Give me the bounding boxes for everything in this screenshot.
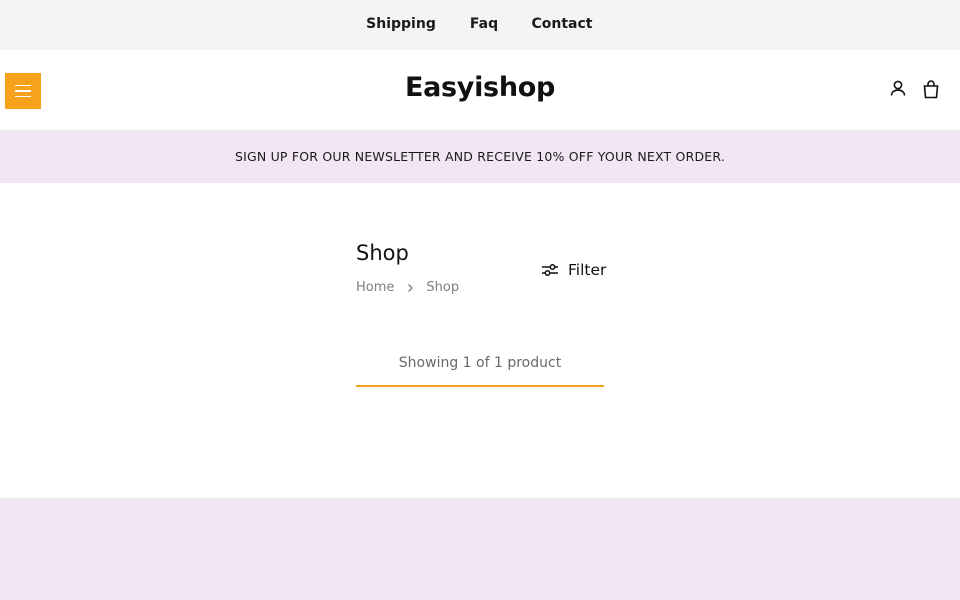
top-nav: Shipping Faq Contact: [0, 0, 960, 50]
filter-button[interactable]: Filter: [540, 261, 606, 279]
product-count-underline: [356, 385, 604, 387]
sliders-icon: [540, 261, 560, 279]
top-nav-faq-link[interactable]: Faq: [470, 16, 498, 32]
breadcrumb-shop-link[interactable]: Shop: [426, 280, 459, 295]
footer-band: [0, 498, 960, 600]
newsletter-announcement-bar: SIGN UP FOR OUR NEWSLETTER AND RECEIVE 1…: [0, 130, 960, 183]
filter-label: Filter: [568, 261, 607, 279]
site-logo[interactable]: Easyishop: [0, 72, 960, 103]
site-header: Easyishop: [0, 50, 960, 130]
chevron-right-icon: [404, 282, 416, 294]
breadcrumb-home-link[interactable]: Home: [356, 280, 394, 295]
shopping-bag-icon[interactable]: [921, 78, 941, 100]
top-nav-contact-link[interactable]: Contact: [532, 16, 593, 32]
page-title: Shop: [356, 241, 409, 265]
announcement-text: SIGN UP FOR OUR NEWSLETTER AND RECEIVE 1…: [234, 149, 726, 164]
breadcrumb: Home Shop: [356, 280, 459, 295]
product-count-text: Showing 1 of 1 product: [398, 355, 562, 371]
top-utility-bar: Shipping Faq Contact: [0, 0, 960, 50]
user-icon[interactable]: [888, 78, 908, 100]
top-nav-shipping-link[interactable]: Shipping: [366, 16, 436, 32]
shop-main: Shop Home Shop Filter Showing 1 of 1 pro…: [0, 183, 960, 498]
